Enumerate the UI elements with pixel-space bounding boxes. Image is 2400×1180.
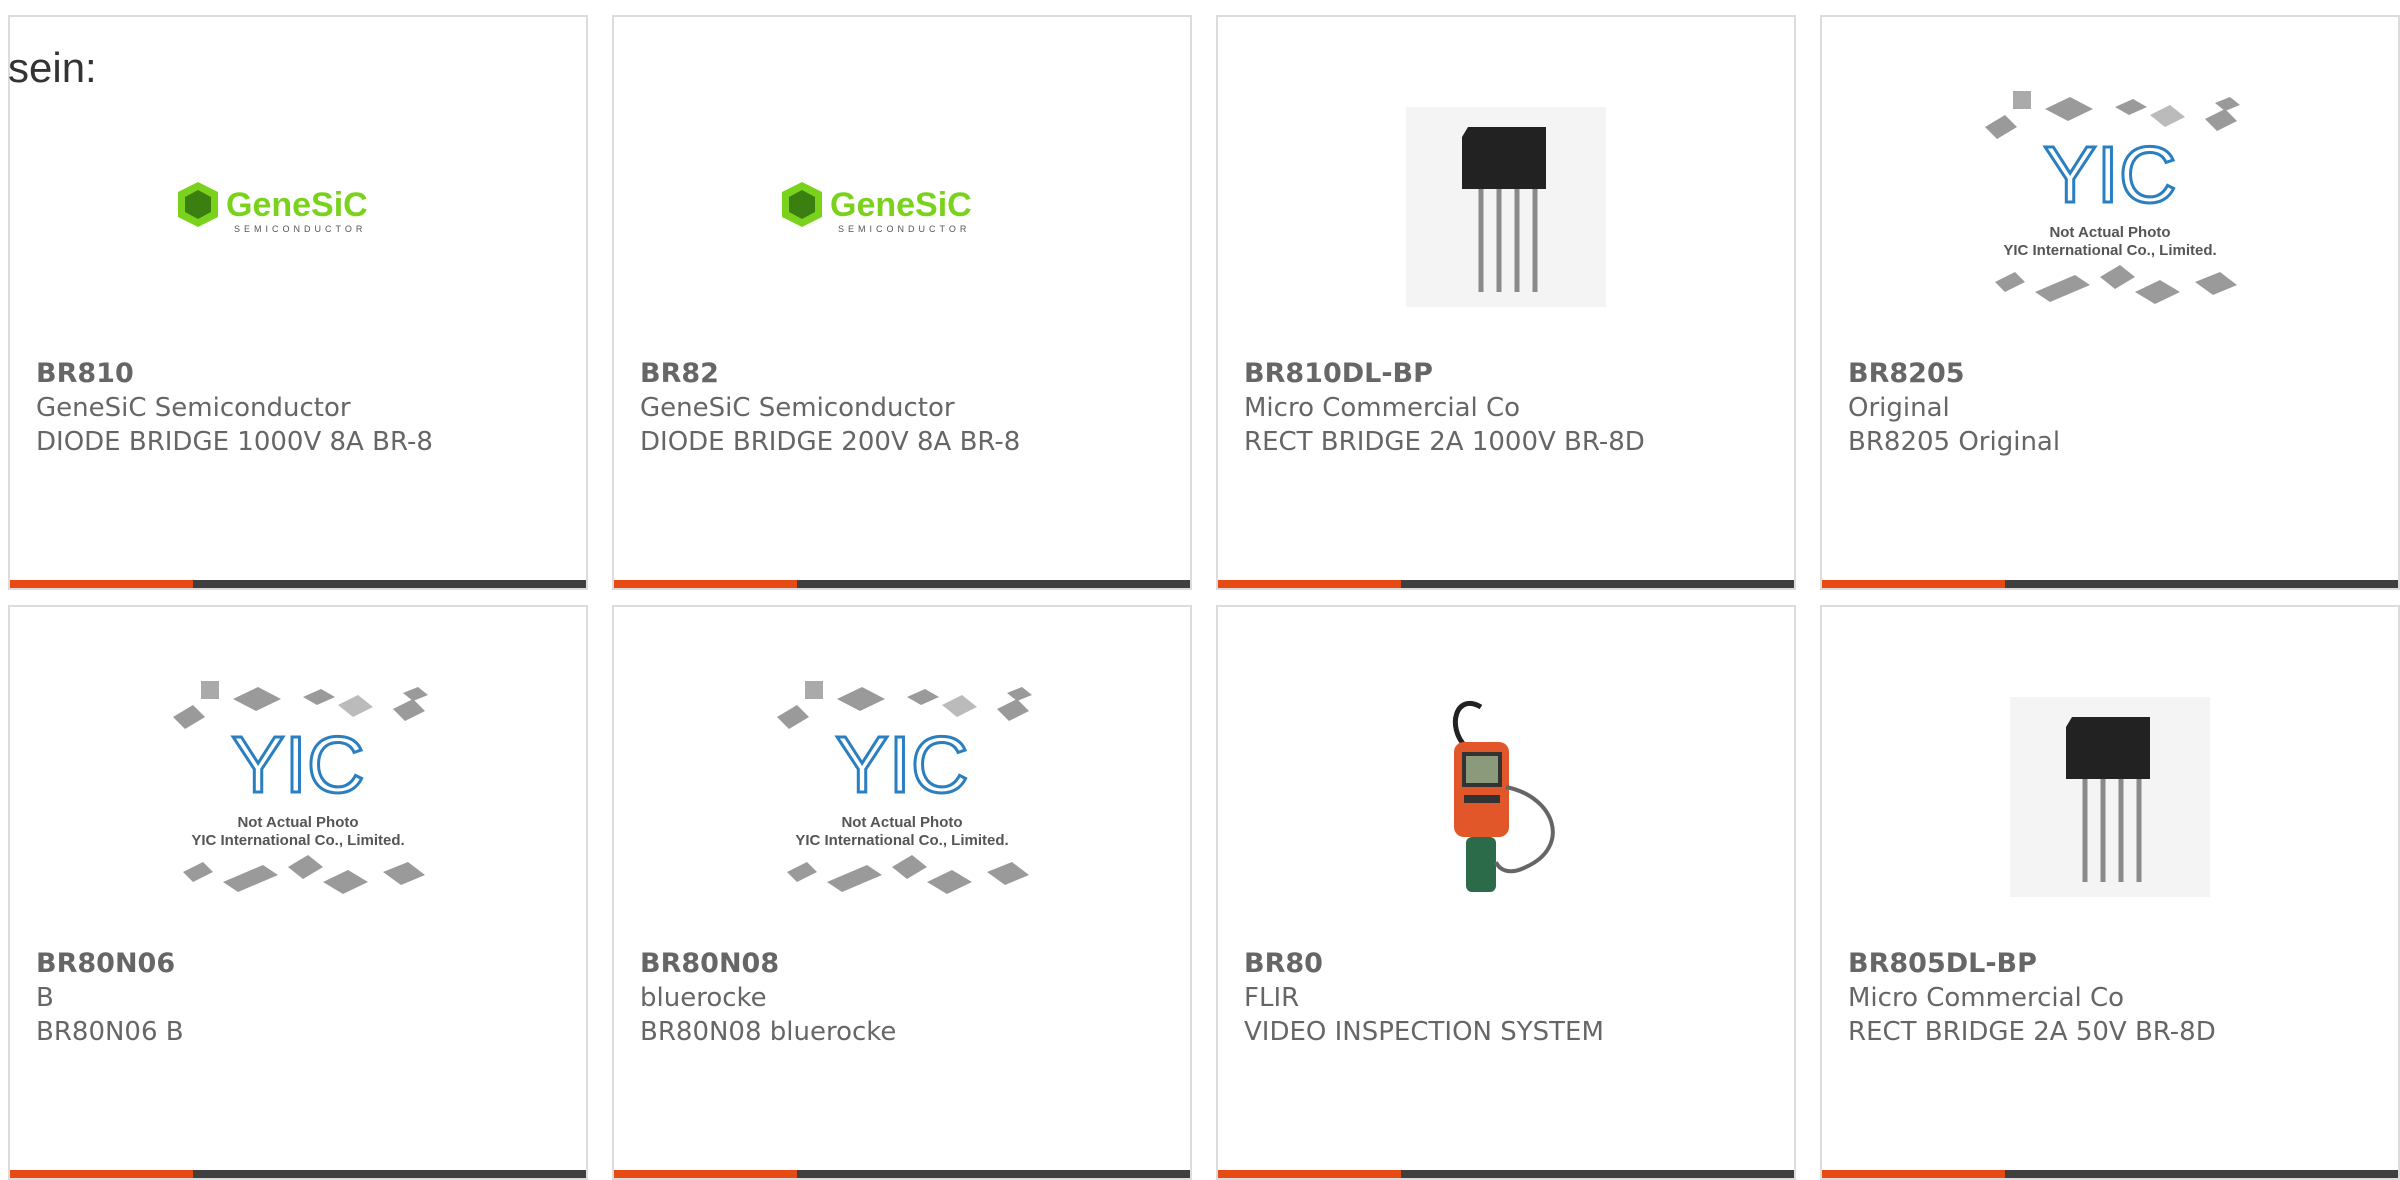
product-card[interactable]: GeneSiC SEMICONDUCTOR BR810 GeneSiC Semi… [8, 15, 588, 590]
card-bottom-bar [1822, 580, 2398, 588]
bridge-rectifier-icon [2010, 697, 2210, 897]
description: BR80N08 bluerocke [640, 1017, 897, 1047]
part-number[interactable]: BR805DL-BP [1848, 947, 2378, 981]
svg-text:YIC: YIC [2043, 130, 2176, 219]
product-image: GeneSiC SEMICONDUCTOR [614, 57, 1190, 357]
product-card[interactable]: YIC Not Actual Photo YIC International C… [612, 605, 1192, 1180]
manufacturer: GeneSiC Semiconductor [36, 393, 351, 423]
manufacturer: B [36, 983, 54, 1013]
product-image [1218, 647, 1794, 947]
svg-text:YIC International Co., Limited: YIC International Co., Limited. [795, 832, 1008, 849]
part-number[interactable]: BR810 [36, 357, 566, 391]
part-number[interactable]: BR80 [1244, 947, 1774, 981]
product-card[interactable]: YIC Not Actual Photo YIC International C… [1820, 15, 2400, 590]
description: DIODE BRIDGE 1000V 8A BR-8 [36, 427, 433, 457]
svg-text:YIC International Co., Limited: YIC International Co., Limited. [2003, 242, 2216, 259]
card-bottom-bar [1218, 1170, 1794, 1178]
product-image: YIC Not Actual Photo YIC International C… [1822, 57, 2398, 357]
svg-text:YIC: YIC [835, 720, 968, 809]
product-card[interactable]: GeneSiC SEMICONDUCTOR BR82 GeneSiC Semic… [612, 15, 1192, 590]
manufacturer: Original [1848, 393, 1950, 423]
product-image: GeneSiC SEMICONDUCTOR [10, 57, 586, 357]
svg-text:YIC International Co., Limited: YIC International Co., Limited. [191, 832, 404, 849]
part-number[interactable]: BR80N06 [36, 947, 566, 981]
svg-text:SEMICONDUCTOR: SEMICONDUCTOR [838, 224, 970, 234]
description: BR8205 Original [1848, 427, 2061, 457]
yic-placeholder-icon: YIC Not Actual Photo YIC International C… [1985, 91, 2240, 304]
svg-text:GeneSiC: GeneSiC [830, 186, 972, 224]
manufacturer: GeneSiC Semiconductor [640, 393, 955, 423]
manufacturer: Micro Commercial Co [1848, 983, 2125, 1013]
product-image [1822, 647, 2398, 947]
svg-text:Not Actual Photo: Not Actual Photo [2049, 224, 2170, 241]
card-bottom-bar [614, 580, 1190, 588]
product-card[interactable]: YIC Not Actual Photo YIC International C… [8, 605, 588, 1180]
part-number[interactable]: BR8205 [1848, 357, 2378, 391]
description: RECT BRIDGE 2A 1000V BR-8D [1244, 427, 1645, 457]
part-number[interactable]: BR80N08 [640, 947, 1170, 981]
svg-text:YIC: YIC [231, 720, 364, 809]
card-bottom-bar [614, 1170, 1190, 1178]
manufacturer: FLIR [1244, 983, 1300, 1013]
card-bottom-bar [1822, 1170, 2398, 1178]
yic-placeholder-icon: YIC Not Actual Photo YIC International C… [777, 681, 1032, 894]
card-bottom-bar [10, 1170, 586, 1178]
svg-text:Not Actual Photo: Not Actual Photo [237, 814, 358, 831]
bridge-rectifier-icon [1406, 107, 1606, 307]
svg-text:Not Actual Photo: Not Actual Photo [841, 814, 962, 831]
product-card[interactable]: BR805DL-BP Micro Commercial Co RECT BRID… [1820, 605, 2400, 1180]
product-card[interactable]: BR810DL-BP Micro Commercial Co RECT BRID… [1216, 15, 1796, 590]
card-bottom-bar [1218, 580, 1794, 588]
yic-placeholder-icon: YIC Not Actual Photo YIC International C… [173, 681, 428, 894]
manufacturer: bluerocke [640, 983, 767, 1013]
genesic-logo-icon: GeneSiC SEMICONDUCTOR [782, 182, 972, 234]
genesic-logo-icon: GeneSiC SEMICONDUCTOR [178, 182, 368, 234]
part-number[interactable]: BR82 [640, 357, 1170, 391]
product-image: YIC Not Actual Photo YIC International C… [10, 647, 586, 947]
description: RECT BRIDGE 2A 50V BR-8D [1848, 1017, 2216, 1047]
card-bottom-bar [10, 580, 586, 588]
product-card[interactable]: BR80 FLIR VIDEO INSPECTION SYSTEM [1216, 605, 1796, 1180]
manufacturer: Micro Commercial Co [1244, 393, 1521, 423]
inspection-camera-icon [1452, 700, 1555, 892]
description: VIDEO INSPECTION SYSTEM [1244, 1017, 1604, 1047]
product-image: YIC Not Actual Photo YIC International C… [614, 647, 1190, 947]
svg-text:GeneSiC: GeneSiC [226, 186, 368, 224]
intro-text: sein: [8, 44, 97, 91]
product-image [1218, 57, 1794, 357]
part-number[interactable]: BR810DL-BP [1244, 357, 1774, 391]
description: BR80N06 B [36, 1017, 184, 1047]
svg-text:SEMICONDUCTOR: SEMICONDUCTOR [234, 224, 366, 234]
description: DIODE BRIDGE 200V 8A BR-8 [640, 427, 1021, 457]
